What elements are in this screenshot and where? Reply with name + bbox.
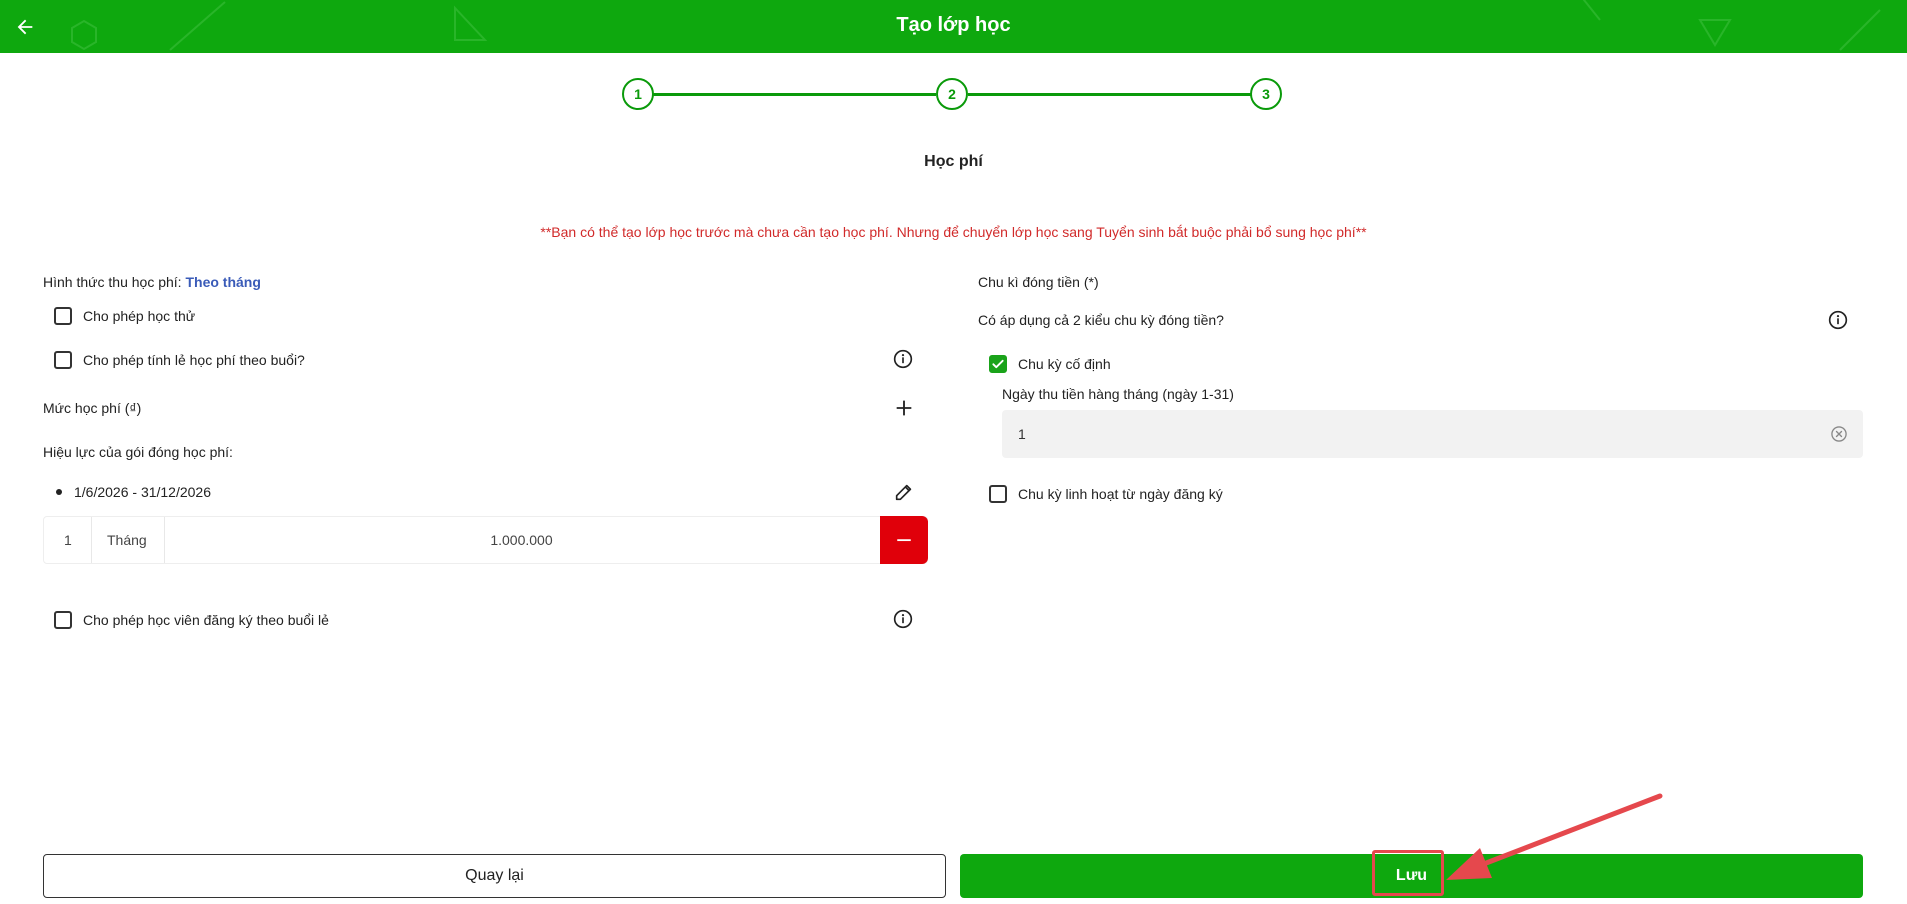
collection-day-field[interactable] [1002,410,1863,458]
fee-notice: **Bạn có thể tạo lớp học trước mà chưa c… [540,224,1367,240]
apply-both-cycles-label: Có áp dụng cả 2 kiểu chu kỳ đóng tiền? [978,312,1224,328]
add-fee-icon[interactable] [893,397,915,419]
validity-range: 1/6/2026 - 31/12/2026 [74,484,212,500]
allow-prorate-label: Cho phép tính lẻ học phí theo buổi? [83,352,305,368]
fee-type-value[interactable]: Theo tháng [185,274,260,290]
edit-pencil-icon[interactable] [893,481,915,503]
fee-type-label: Hình thức thu học phí: [43,274,182,290]
flexible-cycle-label: Chu kỳ linh hoạt từ ngày đăng ký [1018,486,1223,502]
back-button[interactable]: Quay lại [43,854,946,898]
minus-icon [897,539,911,542]
info-icon[interactable] [1828,310,1848,330]
remove-fee-button[interactable] [880,516,928,564]
step-1[interactable]: 1 [622,78,654,110]
fee-quantity[interactable]: 1 [64,517,72,563]
fee-unit[interactable]: Tháng [107,517,147,563]
progress-stepper: 1 2 3 [622,78,1284,112]
info-icon[interactable] [893,609,913,629]
annotation-arrow [1446,793,1663,880]
step-2[interactable]: 2 [936,78,968,110]
fee-amount[interactable]: 1.000.000 [164,517,879,563]
flexible-cycle-checkbox[interactable] [989,485,1007,503]
info-icon[interactable] [893,349,913,369]
fixed-cycle-label: Chu kỳ cố định [1018,356,1111,372]
allow-trial-label: Cho phép học thử [83,308,196,324]
fee-package-row: 1 Tháng 1.000.000 [43,516,928,564]
collection-day-label: Ngày thu tiền hàng tháng (ngày 1-31) [1002,386,1234,402]
bullet [56,489,62,495]
stepper-line-1 [652,93,936,96]
allow-single-session-checkbox[interactable] [54,611,72,629]
fee-type-row: Hình thức thu học phí: Theo tháng [43,274,261,290]
validity-label: Hiệu lực của gói đóng học phí: [43,444,233,460]
step-3[interactable]: 3 [1250,78,1282,110]
allow-single-session-label: Cho phép học viên đăng ký theo buổi lẻ [83,612,329,628]
page-title: Tạo lớp học [896,14,1011,36]
app-header: Tạo lớp học [0,0,1907,53]
check-icon [992,359,1004,369]
fixed-cycle-checkbox[interactable] [989,355,1007,373]
collection-day-input[interactable] [1018,410,1798,458]
fee-level-label: Mức học phí (₫) [43,400,142,416]
annotation-highlight-box [1372,850,1444,896]
allow-prorate-checkbox[interactable] [54,351,72,369]
payment-cycle-label: Chu kì đóng tiền (*) [978,274,1099,290]
allow-trial-checkbox[interactable] [54,307,72,325]
clear-icon[interactable] [1829,424,1849,444]
stepper-line-2 [968,93,1252,96]
section-title: Học phí [924,153,983,170]
divider [91,517,92,563]
